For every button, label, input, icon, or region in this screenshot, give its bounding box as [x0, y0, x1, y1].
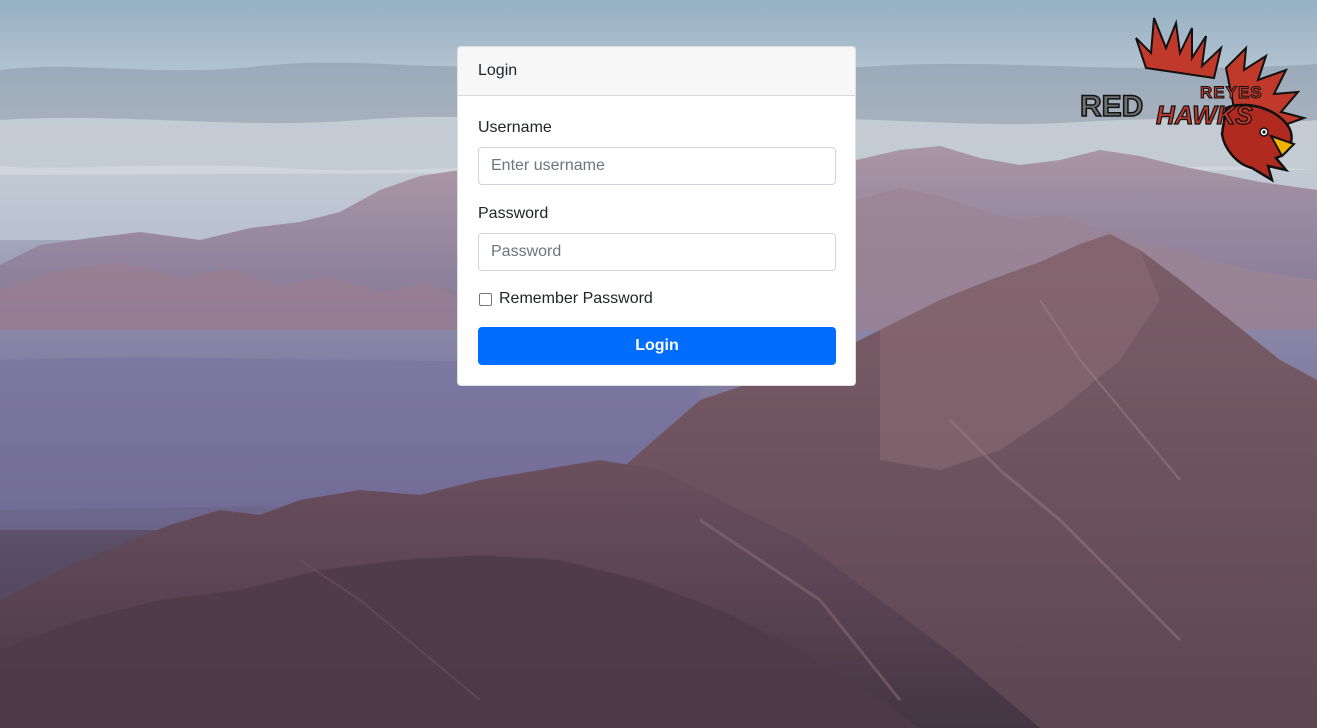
password-label: Password [478, 205, 549, 222]
login-card-title: Login [478, 62, 518, 79]
remember-password-checkbox[interactable] [479, 292, 492, 306]
username-label: Username [478, 119, 552, 136]
login-form: Username Password Remember Password Logi… [458, 96, 855, 365]
logo-main-text-right: HAWKS [1156, 100, 1253, 130]
remember-password-label[interactable]: Remember Password [499, 290, 653, 308]
username-input[interactable] [478, 147, 836, 185]
login-page: REYES RED HAWKS Login Username Password … [0, 0, 1317, 728]
redhawks-logo: REYES RED HAWKS [1076, 8, 1312, 188]
login-card-header: Login [458, 47, 855, 96]
logo-main-text-left: RED [1080, 90, 1143, 123]
login-button[interactable]: Login [478, 327, 836, 365]
password-input[interactable] [478, 233, 836, 271]
remember-password-row[interactable]: Remember Password [478, 289, 835, 309]
redhawk-mascot-icon: REYES RED HAWKS [1079, 17, 1308, 183]
login-card: Login Username Password Remember Passwor… [457, 46, 856, 386]
